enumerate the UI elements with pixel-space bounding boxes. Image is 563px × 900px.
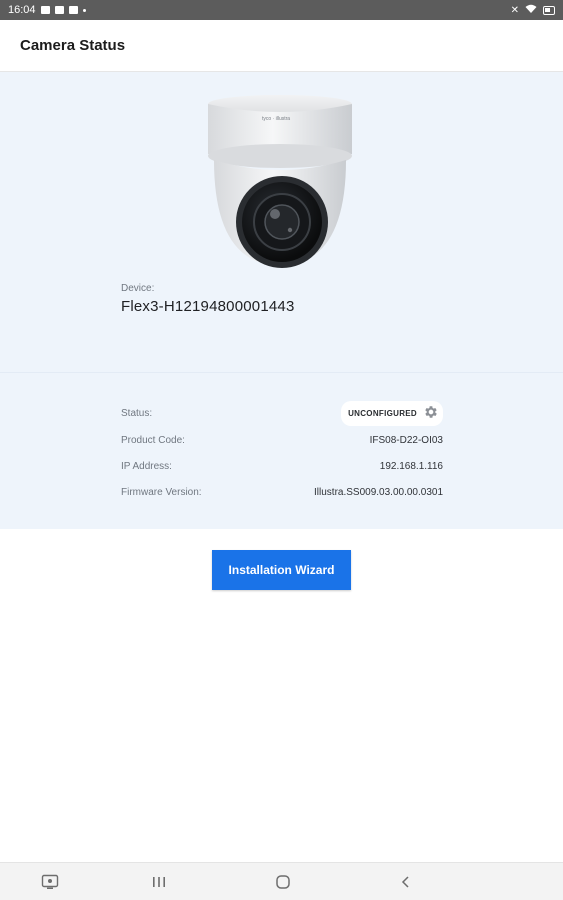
divider (0, 372, 563, 373)
ip-address-value: 192.168.1.116 (379, 460, 443, 472)
ip-address-row: IP Address: 192.168.1.116 (121, 456, 443, 476)
firmware-label: Firmware Version: (121, 486, 202, 498)
mute-icon: ✕ (510, 4, 519, 16)
svg-text:tyco · illustra: tyco · illustra (262, 116, 290, 122)
wifi-icon (525, 4, 537, 17)
firmware-value: Illustra.SS009.03.00.00.0301 (314, 486, 443, 498)
device-label: Device: (121, 283, 155, 294)
product-code-row: Product Code: IFS08-D22-OI03 (121, 430, 443, 450)
device-panel: tyco · illustra Device: Flex3-H121948000… (0, 72, 563, 529)
product-code-label: Product Code: (121, 434, 185, 446)
back-icon[interactable] (395, 871, 417, 893)
status-label: Status: (121, 407, 153, 419)
battery-icon (543, 5, 555, 15)
product-code-value: IFS08-D22-OI03 (369, 434, 443, 446)
image-notification-icon (54, 6, 64, 14)
recent-apps-icon[interactable] (148, 871, 170, 893)
more-notifications-icon (82, 8, 86, 12)
status-row: Status: UNCONFIGURED (121, 400, 443, 426)
installation-wizard-button[interactable]: Installation Wizard (212, 550, 351, 590)
gallery-notification-icon (40, 6, 50, 14)
screen-icon[interactable] (39, 871, 61, 893)
device-name: Flex3-H12194800001443 (121, 298, 295, 315)
home-icon[interactable] (272, 871, 294, 893)
system-status-bar: 16:04 ✕ (0, 0, 563, 20)
dome-camera-image: tyco · illustra (208, 95, 352, 268)
page-title: Camera Status (20, 37, 126, 54)
system-navigation-bar (0, 862, 563, 900)
clock: 16:04 (8, 4, 36, 16)
gear-icon[interactable] (423, 404, 439, 423)
firmware-row: Firmware Version: Illustra.SS009.03.00.0… (121, 482, 443, 502)
bag-notification-icon (68, 6, 78, 14)
app-bar: Camera Status (0, 20, 563, 72)
ip-address-label: IP Address: (121, 460, 172, 472)
status-badge[interactable]: UNCONFIGURED (341, 400, 443, 426)
status-value: UNCONFIGURED (348, 408, 417, 418)
